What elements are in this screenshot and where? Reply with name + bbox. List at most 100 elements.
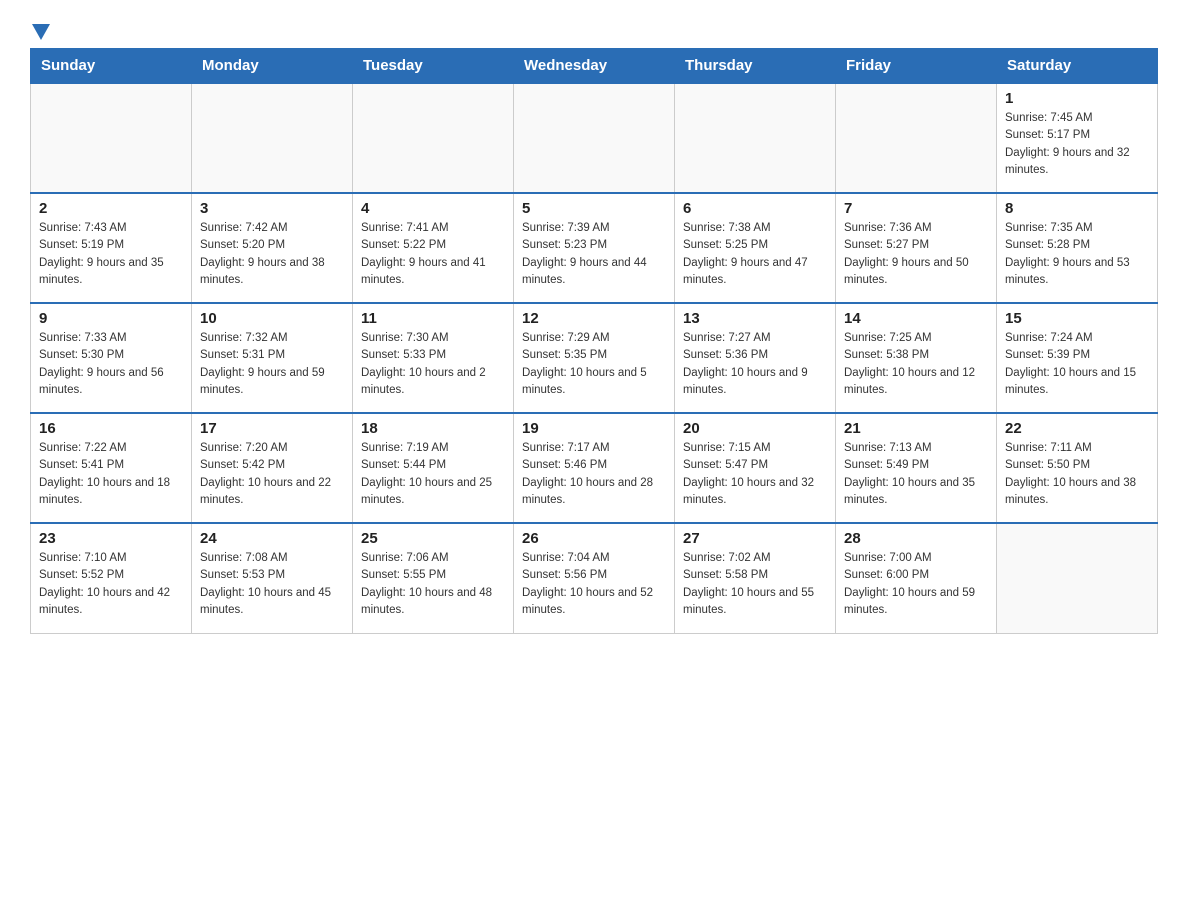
calendar-cell: 22 Sunrise: 7:11 AM Sunset: 5:50 PM Dayli… [997, 413, 1158, 523]
day-number: 16 [39, 420, 183, 437]
calendar-week-row: 2 Sunrise: 7:43 AM Sunset: 5:19 PM Daylig… [31, 193, 1158, 303]
logo [30, 20, 52, 38]
calendar-cell: 20 Sunrise: 7:15 AM Sunset: 5:47 PM Dayli… [675, 413, 836, 523]
day-of-week-header: Thursday [675, 49, 836, 84]
calendar-cell: 27 Sunrise: 7:02 AM Sunset: 5:58 PM Dayli… [675, 523, 836, 633]
day-number: 19 [522, 420, 666, 437]
day-of-week-header: Tuesday [353, 49, 514, 84]
day-info: Sunrise: 7:22 AM Sunset: 5:41 PM Dayligh… [39, 440, 183, 509]
day-info: Sunrise: 7:15 AM Sunset: 5:47 PM Dayligh… [683, 440, 827, 509]
day-info: Sunrise: 7:42 AM Sunset: 5:20 PM Dayligh… [200, 220, 344, 289]
calendar-cell: 18 Sunrise: 7:19 AM Sunset: 5:44 PM Dayli… [353, 413, 514, 523]
day-info: Sunrise: 7:19 AM Sunset: 5:44 PM Dayligh… [361, 440, 505, 509]
calendar-cell: 26 Sunrise: 7:04 AM Sunset: 5:56 PM Dayli… [514, 523, 675, 633]
day-info: Sunrise: 7:08 AM Sunset: 5:53 PM Dayligh… [200, 550, 344, 619]
calendar-cell: 11 Sunrise: 7:30 AM Sunset: 5:33 PM Dayli… [353, 303, 514, 413]
day-number: 17 [200, 420, 344, 437]
calendar-cell: 24Sunrise: 7:08 AM Sunset: 5:53 PM Dayli… [192, 523, 353, 633]
calendar-cell: 8 Sunrise: 7:35 AM Sunset: 5:28 PM Daylig… [997, 193, 1158, 303]
calendar-cell [836, 83, 997, 193]
day-info: Sunrise: 7:43 AM Sunset: 5:19 PM Dayligh… [39, 220, 183, 289]
calendar-cell: 6Sunrise: 7:38 AM Sunset: 5:25 PM Daylig… [675, 193, 836, 303]
calendar-cell: 21Sunrise: 7:13 AM Sunset: 5:49 PM Dayli… [836, 413, 997, 523]
day-of-week-header: Monday [192, 49, 353, 84]
day-number: 22 [1005, 420, 1149, 437]
calendar-cell: 17 Sunrise: 7:20 AM Sunset: 5:42 PM Dayli… [192, 413, 353, 523]
day-info: Sunrise: 7:41 AM Sunset: 5:22 PM Dayligh… [361, 220, 505, 289]
day-info: Sunrise: 7:17 AM Sunset: 5:46 PM Dayligh… [522, 440, 666, 509]
calendar-week-row: 9 Sunrise: 7:33 AM Sunset: 5:30 PM Daylig… [31, 303, 1158, 413]
day-number: 20 [683, 420, 827, 437]
day-number: 2 [39, 200, 183, 217]
calendar-cell: 25 Sunrise: 7:06 AM Sunset: 5:55 PM Dayli… [353, 523, 514, 633]
calendar-cell: 16 Sunrise: 7:22 AM Sunset: 5:41 PM Dayli… [31, 413, 192, 523]
day-number: 13 [683, 310, 827, 327]
day-info: Sunrise: 7:10 AM Sunset: 5:52 PM Dayligh… [39, 550, 183, 619]
day-of-week-header: Sunday [31, 49, 192, 84]
calendar-cell [31, 83, 192, 193]
day-info: Sunrise: 7:35 AM Sunset: 5:28 PM Dayligh… [1005, 220, 1149, 289]
calendar-cell: 4 Sunrise: 7:41 AM Sunset: 5:22 PM Daylig… [353, 193, 514, 303]
day-of-week-header: Friday [836, 49, 997, 84]
day-info: Sunrise: 7:11 AM Sunset: 5:50 PM Dayligh… [1005, 440, 1149, 509]
day-info: Sunrise: 7:33 AM Sunset: 5:30 PM Dayligh… [39, 330, 183, 399]
day-number: 11 [361, 310, 505, 327]
day-number: 5 [522, 200, 666, 217]
day-number: 7 [844, 200, 988, 217]
calendar-cell: 28 Sunrise: 7:00 AM Sunset: 6:00 PM Dayli… [836, 523, 997, 633]
day-of-week-header: Saturday [997, 49, 1158, 84]
calendar-cell: 12 Sunrise: 7:29 AM Sunset: 5:35 PM Dayli… [514, 303, 675, 413]
calendar-cell: 2 Sunrise: 7:43 AM Sunset: 5:19 PM Daylig… [31, 193, 192, 303]
day-info: Sunrise: 7:20 AM Sunset: 5:42 PM Dayligh… [200, 440, 344, 509]
calendar-cell [997, 523, 1158, 633]
day-number: 6 [683, 200, 827, 217]
day-of-week-header: Wednesday [514, 49, 675, 84]
day-number: 10 [200, 310, 344, 327]
logo-triangle-icon [32, 24, 52, 44]
day-number: 3 [200, 200, 344, 217]
calendar-cell [192, 83, 353, 193]
day-number: 27 [683, 530, 827, 547]
day-number: 9 [39, 310, 183, 327]
day-info: Sunrise: 7:04 AM Sunset: 5:56 PM Dayligh… [522, 550, 666, 619]
day-info: Sunrise: 7:00 AM Sunset: 6:00 PM Dayligh… [844, 550, 988, 619]
day-number: 18 [361, 420, 505, 437]
calendar-cell [675, 83, 836, 193]
day-number: 12 [522, 310, 666, 327]
calendar-cell: 15 Sunrise: 7:24 AM Sunset: 5:39 PM Dayli… [997, 303, 1158, 413]
calendar-table: SundayMondayTuesdayWednesdayThursdayFrid… [30, 48, 1158, 634]
calendar-cell: 3 Sunrise: 7:42 AM Sunset: 5:20 PM Daylig… [192, 193, 353, 303]
calendar-cell: 13 Sunrise: 7:27 AM Sunset: 5:36 PM Dayli… [675, 303, 836, 413]
day-info: Sunrise: 7:27 AM Sunset: 5:36 PM Dayligh… [683, 330, 827, 399]
day-info: Sunrise: 7:24 AM Sunset: 5:39 PM Dayligh… [1005, 330, 1149, 399]
day-info: Sunrise: 7:30 AM Sunset: 5:33 PM Dayligh… [361, 330, 505, 399]
day-number: 1 [1005, 90, 1149, 107]
day-info: Sunrise: 7:02 AM Sunset: 5:58 PM Dayligh… [683, 550, 827, 619]
day-number: 15 [1005, 310, 1149, 327]
day-info: Sunrise: 7:45 AM Sunset: 5:17 PM Dayligh… [1005, 110, 1149, 179]
day-info: Sunrise: 7:36 AM Sunset: 5:27 PM Dayligh… [844, 220, 988, 289]
calendar-cell [514, 83, 675, 193]
day-number: 14 [844, 310, 988, 327]
calendar-cell: 1 Sunrise: 7:45 AM Sunset: 5:17 PM Daylig… [997, 83, 1158, 193]
day-info: Sunrise: 7:29 AM Sunset: 5:35 PM Dayligh… [522, 330, 666, 399]
day-number: 23 [39, 530, 183, 547]
day-number: 8 [1005, 200, 1149, 217]
day-info: Sunrise: 7:06 AM Sunset: 5:55 PM Dayligh… [361, 550, 505, 619]
day-info: Sunrise: 7:32 AM Sunset: 5:31 PM Dayligh… [200, 330, 344, 399]
calendar-cell [353, 83, 514, 193]
calendar-cell: 23 Sunrise: 7:10 AM Sunset: 5:52 PM Dayli… [31, 523, 192, 633]
day-info: Sunrise: 7:39 AM Sunset: 5:23 PM Dayligh… [522, 220, 666, 289]
calendar-header-row: SundayMondayTuesdayWednesdayThursdayFrid… [31, 49, 1158, 84]
day-number: 21 [844, 420, 988, 437]
day-number: 4 [361, 200, 505, 217]
calendar-cell: 9 Sunrise: 7:33 AM Sunset: 5:30 PM Daylig… [31, 303, 192, 413]
calendar-cell: 7 Sunrise: 7:36 AM Sunset: 5:27 PM Daylig… [836, 193, 997, 303]
day-number: 28 [844, 530, 988, 547]
calendar-week-row: 23 Sunrise: 7:10 AM Sunset: 5:52 PM Dayli… [31, 523, 1158, 633]
calendar-cell: 19 Sunrise: 7:17 AM Sunset: 5:46 PM Dayli… [514, 413, 675, 523]
day-number: 26 [522, 530, 666, 547]
day-number: 25 [361, 530, 505, 547]
day-info: Sunrise: 7:25 AM Sunset: 5:38 PM Dayligh… [844, 330, 988, 399]
calendar-cell: 14 Sunrise: 7:25 AM Sunset: 5:38 PM Dayli… [836, 303, 997, 413]
